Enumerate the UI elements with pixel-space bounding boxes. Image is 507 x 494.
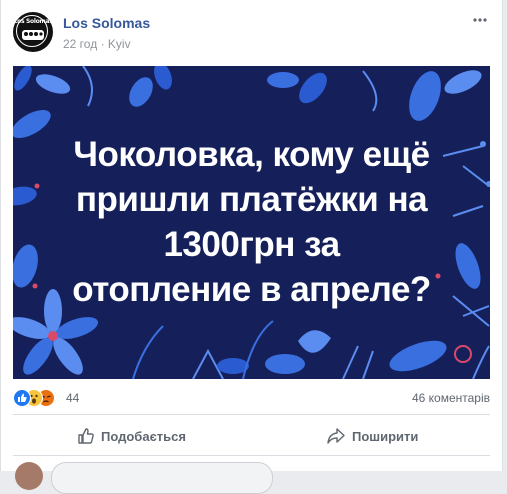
like-button[interactable]: Подобається bbox=[77, 420, 186, 452]
like-icon bbox=[13, 389, 31, 407]
post-timestamp[interactable]: 22 год bbox=[63, 37, 97, 51]
feed-post: Los Solomas Los Solomas 22 год · Kyiv Чо… bbox=[0, 0, 503, 494]
post-image[interactable]: Чоколовка, кому ещё пришли платёжки на 1… bbox=[13, 66, 490, 379]
post-stats: 44 46 коментарів bbox=[13, 389, 490, 409]
author-name-link[interactable]: Los Solomas bbox=[63, 15, 150, 31]
comment-input[interactable] bbox=[51, 462, 273, 494]
share-arrow-icon bbox=[327, 428, 345, 444]
share-button[interactable]: Поширити bbox=[326, 420, 418, 452]
thumbs-up-icon bbox=[78, 428, 94, 444]
caption-line: Чоколовка, кому ещё bbox=[73, 135, 430, 174]
share-label: Поширити bbox=[352, 428, 419, 444]
post-location[interactable]: Kyiv bbox=[108, 37, 131, 51]
reactions-count[interactable]: 44 bbox=[66, 391, 79, 405]
ellipsis-icon bbox=[473, 18, 487, 22]
caption-line: 1300грн за bbox=[163, 225, 340, 264]
divider bbox=[13, 414, 490, 415]
comment-composer bbox=[13, 462, 490, 494]
divider bbox=[13, 455, 490, 456]
user-avatar bbox=[15, 462, 43, 490]
avatar-logo-text: Los Solomas bbox=[13, 18, 53, 25]
brass-knuckles-icon bbox=[22, 30, 44, 40]
post-header: Los Solomas Los Solomas 22 год · Kyiv bbox=[13, 12, 493, 54]
comments-count-link[interactable]: 46 коментарів bbox=[412, 391, 490, 405]
like-label: Подобається bbox=[101, 428, 186, 444]
page-avatar[interactable]: Los Solomas bbox=[13, 12, 53, 52]
caption-line: отопление в апреле? bbox=[72, 270, 431, 309]
image-caption: Чоколовка, кому ещё пришли платёжки на 1… bbox=[13, 132, 490, 312]
post-actions: Подобається Поширити bbox=[13, 420, 490, 452]
more-options-button[interactable] bbox=[471, 12, 489, 30]
post-meta: 22 год · Kyiv bbox=[63, 37, 131, 51]
caption-line: пришли платёжки на bbox=[75, 180, 428, 219]
meta-separator: · bbox=[100, 37, 105, 51]
